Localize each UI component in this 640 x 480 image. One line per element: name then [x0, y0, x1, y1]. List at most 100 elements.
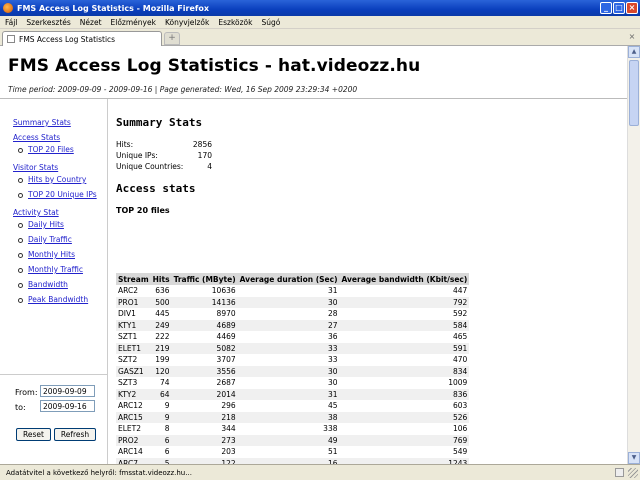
- cell-avg-duration: 51: [327, 447, 338, 457]
- from-date-input[interactable]: [40, 385, 95, 397]
- tab-label: FMS Access Log Statistics: [19, 34, 116, 44]
- cell-traffic: 203: [221, 447, 236, 457]
- cell-traffic: 14136: [171, 296, 238, 308]
- cell-stream: GASZ1: [116, 365, 151, 377]
- menu-tools[interactable]: Eszközök: [218, 18, 252, 27]
- table-row: ARC14 6 203 51 549: [116, 446, 469, 458]
- nav-monthly-hits[interactable]: Monthly Hits: [18, 250, 75, 259]
- menu-bar: Fájl Szerkesztés Nézet Előzmények Könyvj…: [0, 16, 640, 29]
- tab-fms-stats[interactable]: FMS Access Log Statistics: [2, 31, 162, 46]
- cell-avg-bandwidth: 470: [452, 355, 468, 365]
- nav-peak-bandwidth[interactable]: Peak Bandwidth: [18, 295, 88, 304]
- cell-hits: 249: [150, 319, 172, 331]
- cell-avg-duration: 30: [237, 296, 340, 308]
- cell-traffic: 2687: [216, 378, 236, 388]
- access-heading: Access stats: [116, 182, 196, 195]
- summary-unique-countries: Unique Countries: 4: [116, 162, 212, 171]
- table-row: ARC12 9 296 45 603: [116, 400, 469, 412]
- cell-avg-duration: 27: [237, 319, 340, 331]
- to-label: to:: [15, 403, 26, 412]
- cell-avg-bandwidth: 584: [339, 319, 470, 331]
- sidebar-nav: Summary Stats Access Stats TOP 20 Files …: [0, 99, 108, 464]
- nav-top20-files[interactable]: TOP 20 Files: [18, 145, 74, 154]
- vertical-scrollbar[interactable]: ▲ ▼: [627, 46, 640, 464]
- menu-edit[interactable]: Szerkesztés: [26, 18, 70, 27]
- cell-avg-duration: 33: [237, 342, 340, 354]
- cell-avg-duration: 45: [327, 401, 338, 411]
- cell-avg-bandwidth: 447: [452, 286, 468, 296]
- table-row: KTY2 64 2014 31 836: [116, 388, 470, 400]
- nav-top20-ips[interactable]: TOP 20 Unique IPs: [18, 190, 97, 199]
- reset-button[interactable]: Reset: [16, 428, 51, 441]
- col-stream: Stream: [116, 273, 151, 285]
- status-bar: Adatátvitel a következő helyről: fmsstat…: [0, 464, 640, 480]
- cell-stream: ELET1: [116, 342, 151, 354]
- minimize-button[interactable]: _: [600, 2, 612, 14]
- menu-file[interactable]: Fájl: [5, 18, 17, 27]
- top20-files-heading: TOP 20 files: [116, 206, 170, 215]
- menu-history[interactable]: Előzmények: [111, 18, 156, 27]
- cell-stream: KTY1: [116, 319, 151, 331]
- status-text: Adatátvitel a következő helyről: fmsstat…: [6, 468, 192, 477]
- summary-heading: Summary Stats: [116, 116, 203, 129]
- refresh-button[interactable]: Refresh: [54, 428, 96, 441]
- table-row: DIV1 445 8970 28 592: [116, 308, 469, 320]
- cell-hits: 74: [160, 378, 170, 388]
- menu-view[interactable]: Nézet: [80, 18, 102, 27]
- nav-activity-stat[interactable]: Activity Stat: [13, 208, 59, 217]
- nav-daily-traffic[interactable]: Daily Traffic: [18, 235, 72, 244]
- nav-daily-hits[interactable]: Daily Hits: [18, 220, 64, 229]
- cell-avg-bandwidth: 106: [452, 424, 468, 434]
- cell-stream: SZT1: [118, 332, 138, 342]
- cell-traffic: 296: [221, 401, 236, 411]
- cell-hits: 636: [155, 286, 170, 296]
- status-icon: [615, 468, 624, 477]
- col-avg-bandwidth: Average bandwidth (Kbit/sec): [339, 273, 470, 285]
- cell-avg-bandwidth: 526: [339, 411, 470, 423]
- window-titlebar: FMS Access Log Statistics - Mozilla Fire…: [0, 0, 640, 16]
- nav-hits-by-country[interactable]: Hits by Country: [18, 175, 86, 184]
- cell-hits: 9: [164, 401, 170, 411]
- cell-avg-duration: 28: [327, 309, 338, 319]
- cell-avg-bandwidth: 591: [339, 342, 470, 354]
- col-traffic: Traffic (MByte): [171, 273, 238, 285]
- close-tab-icon[interactable]: ×: [627, 32, 637, 42]
- summary-unique-ips: Unique IPs: 170: [116, 151, 212, 160]
- cell-stream: ARC14: [118, 447, 143, 457]
- cell-traffic: 10636: [211, 286, 236, 296]
- cell-avg-duration: 30: [237, 365, 340, 377]
- close-button[interactable]: ×: [626, 2, 638, 14]
- cell-avg-duration: 338: [323, 424, 338, 434]
- cell-traffic: 3556: [171, 365, 238, 377]
- cell-hits: 500: [150, 296, 172, 308]
- scroll-up-icon[interactable]: ▲: [628, 46, 640, 58]
- nav-access-stats[interactable]: Access Stats: [13, 133, 60, 142]
- table-row: ARC2 636 10636 31 447: [116, 285, 469, 297]
- window-controls: _ □ ×: [600, 2, 638, 14]
- new-tab-button[interactable]: +: [164, 32, 180, 45]
- table-row: SZT2 199 3707 33 470: [116, 354, 469, 366]
- maximize-button[interactable]: □: [613, 2, 625, 14]
- to-date-input[interactable]: [40, 400, 95, 412]
- cell-traffic: 2014: [171, 388, 238, 400]
- resize-grip-icon[interactable]: [628, 468, 638, 478]
- summary-hits: Hits: 2856: [116, 140, 212, 149]
- cell-traffic: 344: [221, 424, 236, 434]
- scroll-thumb[interactable]: [629, 60, 639, 126]
- cell-traffic: 218: [171, 411, 238, 423]
- menu-bookmarks[interactable]: Könyvjelzők: [165, 18, 209, 27]
- scroll-down-icon[interactable]: ▼: [628, 452, 640, 464]
- menu-help[interactable]: Súgó: [261, 18, 280, 27]
- cell-avg-bandwidth: 836: [339, 388, 470, 400]
- page-content: FMS Access Log Statistics - hat.videozz.…: [0, 46, 627, 464]
- cell-hits: 64: [150, 388, 172, 400]
- col-avg-duration: Average duration (Sec): [237, 273, 340, 285]
- table-row: GASZ1 120 3556 30 834: [116, 365, 470, 377]
- cell-hits: 222: [155, 332, 170, 342]
- nav-visitor-stats[interactable]: Visitor Stats: [13, 163, 58, 172]
- cell-hits: 120: [150, 365, 172, 377]
- nav-monthly-traffic[interactable]: Monthly Traffic: [18, 265, 83, 274]
- nav-bandwidth[interactable]: Bandwidth: [18, 280, 68, 289]
- nav-summary-stats[interactable]: Summary Stats: [13, 118, 71, 127]
- cell-avg-bandwidth: 603: [452, 401, 468, 411]
